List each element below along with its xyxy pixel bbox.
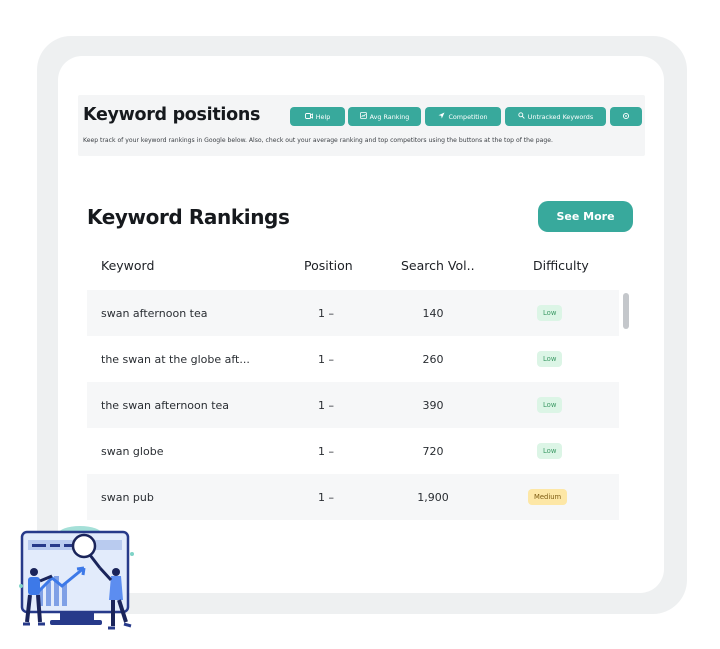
table-row[interactable]: the swan at the globe aft... 1 – 260 Low [87,336,619,382]
table-row[interactable]: swan globe 1 – 720 Low [87,428,619,474]
column-header-keyword[interactable]: Keyword [101,258,154,273]
table-scrollbar[interactable] [620,290,632,522]
difficulty-badge: Low [537,305,563,321]
search-icon [518,112,525,121]
table-row[interactable]: the swan afternoon tea 1 – 390 Low [87,382,619,428]
avg-ranking-button-label: Avg Ranking [369,112,410,121]
untracked-keywords-button[interactable]: Untracked Keywords [505,107,606,126]
volume-cell: 260 [422,352,444,366]
volume-cell: 1,900 [417,490,449,504]
video-icon [304,112,313,121]
volume-cell: 720 [422,444,444,458]
competition-button-label: Competition [448,112,488,121]
column-header-position[interactable]: Position [304,258,353,273]
help-button-label: Help [315,112,331,121]
competition-button[interactable]: Competition [425,107,501,126]
settings-button[interactable] [610,107,642,126]
column-header-search-volume[interactable]: Search Vol.. [401,258,475,273]
column-header-difficulty[interactable]: Difficulty [533,258,589,273]
table-row[interactable]: swan pub 1 – 1,900 Medium [87,474,619,520]
rankings-title: Keyword Rankings [87,205,290,229]
avg-ranking-button[interactable]: Avg Ranking [348,107,421,126]
send-icon [438,112,445,121]
difficulty-badge: Low [537,351,563,367]
position-cell: 1 – [318,398,334,412]
keyword-cell: swan globe [101,444,164,458]
settings-icon [622,112,630,122]
untracked-keywords-button-label: Untracked Keywords [527,112,594,121]
position-cell: 1 – [318,306,334,320]
position-cell: 1 – [318,444,334,458]
position-cell: 1 – [318,490,334,504]
volume-cell: 140 [422,306,444,320]
help-button[interactable]: Help [290,107,345,126]
scrollbar-thumb[interactable] [623,293,629,329]
difficulty-badge: Low [537,443,563,459]
analytics-illustration [19,526,134,630]
position-cell: 1 – [318,352,334,366]
difficulty-badge: Medium [528,489,568,505]
header-actions: Help Avg Ranking Competition Untracked K… [78,107,645,126]
keyword-cell: the swan at the globe aft... [101,352,250,366]
keyword-cell: swan pub [101,490,154,504]
volume-cell: 390 [422,398,444,412]
difficulty-badge: Low [537,397,563,413]
rankings-table[interactable]: swan afternoon tea 1 – 140 Low the swan … [87,290,633,522]
keyword-cell: swan afternoon tea [101,306,208,320]
keyword-positions-header: Keyword positions Keep track of your key… [78,95,645,156]
see-more-button[interactable]: See More [538,201,633,232]
chart-icon [359,112,367,121]
keyword-cell: the swan afternoon tea [101,398,230,412]
table-row[interactable]: swan afternoon tea 1 – 140 Low [87,290,619,336]
page-description: Keep track of your keyword rankings in G… [83,137,553,144]
